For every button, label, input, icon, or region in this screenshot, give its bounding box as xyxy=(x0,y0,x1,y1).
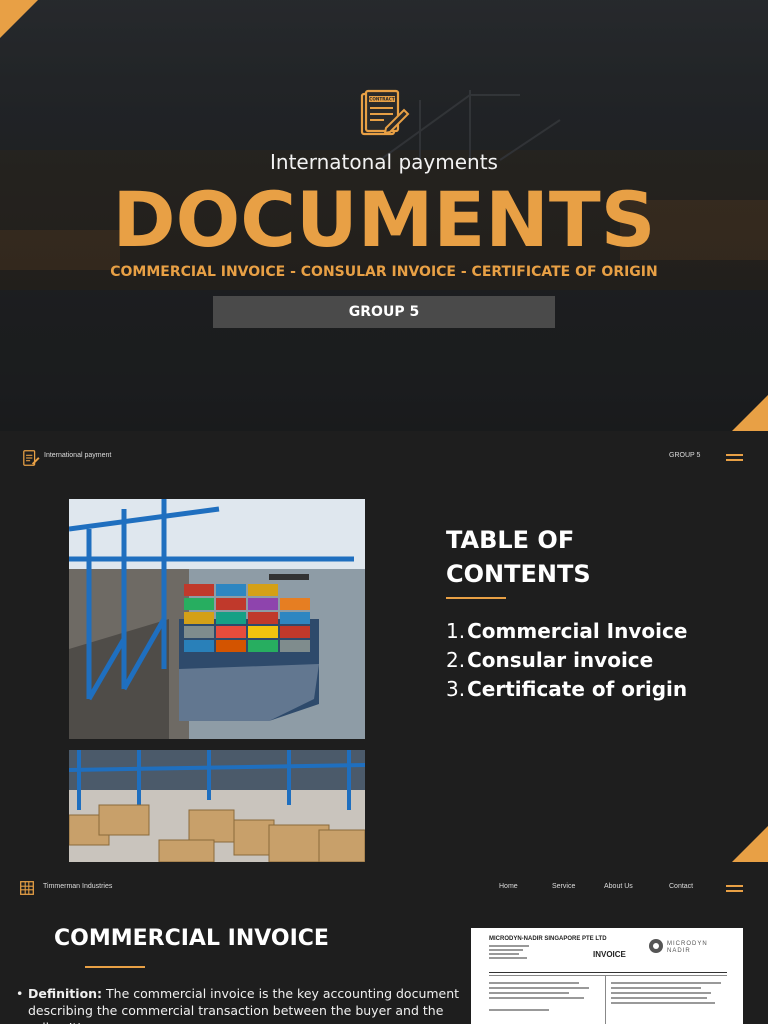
invoice-bill-to-block xyxy=(489,980,599,1024)
invoice-rule xyxy=(489,975,727,976)
nav-contact[interactable]: Contact xyxy=(669,883,693,890)
header-brand-text[interactable]: Timmerman Industries xyxy=(43,883,112,890)
contract-icon-label: CONTRACT xyxy=(369,97,395,102)
header-group-text: GROUP 5 xyxy=(669,452,701,459)
globe-logo-icon xyxy=(20,881,34,895)
invoice-divider xyxy=(605,976,606,1024)
toc-divider xyxy=(446,597,506,599)
commercial-invoice-slide: Timmerman Industries Home Service About … xyxy=(0,862,768,1024)
documents-list-line: COMMERCIAL INVOICE - CONSULAR INVOICE - … xyxy=(110,264,658,280)
section-title: COMMERCIAL INVOICE xyxy=(54,926,329,951)
corner-accent-bottom-right xyxy=(732,395,768,431)
section-divider xyxy=(85,966,145,968)
hamburger-menu-icon[interactable] xyxy=(726,885,743,893)
container-ship-photo xyxy=(69,499,365,739)
nav-service[interactable]: Service xyxy=(552,883,575,890)
contract-logo-icon xyxy=(23,450,40,466)
header-brand-text[interactable]: International payment xyxy=(44,452,111,459)
invoice-address-block xyxy=(489,944,529,959)
contract-document-icon: CONTRACT xyxy=(360,89,410,136)
toc-item-number: 3. xyxy=(446,677,466,701)
warehouse-photo xyxy=(69,750,365,862)
toc-heading-line1: TABLE OF xyxy=(446,526,575,554)
invoice-document-image: MICRODYN-NADIR SINGAPORE PTE LTD INVOICE… xyxy=(471,928,743,1024)
presentation-subtitle: Internatonal payments xyxy=(270,150,498,174)
invoice-rule xyxy=(489,972,727,973)
toc-item-certificate-of-origin[interactable]: 3. Certificate of origin xyxy=(446,675,687,704)
corner-accent-bottom-right xyxy=(732,826,768,862)
toc-item-label: Commercial Invoice xyxy=(467,619,688,643)
toc-list: 1. Commercial Invoice 2. Consular invoice … xyxy=(446,617,687,704)
invoice-brand-line2: NADIR xyxy=(667,948,691,954)
microdyn-logo-icon xyxy=(649,939,663,953)
toc-item-commercial-invoice[interactable]: 1. Commercial Invoice xyxy=(446,617,687,646)
corner-accent-top-left xyxy=(0,0,38,38)
invoice-details-block xyxy=(611,980,731,1024)
invoice-brand-line1: MICRODYN xyxy=(667,941,708,947)
toc-heading: TABLE OF CONTENTS xyxy=(446,523,591,591)
toc-heading-line2: CONTENTS xyxy=(446,560,591,588)
definition-paragraph: • Definition: The commercial invoice is … xyxy=(16,985,462,1024)
invoice-heading: INVOICE xyxy=(593,950,626,959)
bullet-icon: • xyxy=(16,986,24,1001)
group-label-box: GROUP 5 xyxy=(213,296,555,328)
toc-item-number: 1. xyxy=(446,619,466,643)
invoice-brand-mark: MICRODYN NADIR xyxy=(667,941,708,955)
definition-label: Definition: xyxy=(28,986,103,1001)
hamburger-menu-icon[interactable] xyxy=(726,454,743,462)
nav-home[interactable]: Home xyxy=(499,883,518,890)
table-of-contents-slide: International payment GROUP 5 TABLE OF C… xyxy=(0,431,768,862)
toc-item-number: 2. xyxy=(446,648,466,672)
title-slide: CONTRACT Internatonal payments DOCUMENTS… xyxy=(0,0,768,431)
toc-item-label: Certificate of origin xyxy=(467,677,688,701)
invoice-company-name: MICRODYN-NADIR SINGAPORE PTE LTD xyxy=(489,936,607,942)
presentation-title: DOCUMENTS xyxy=(112,175,656,264)
toc-item-label: Consular invoice xyxy=(467,648,654,672)
nav-about-us[interactable]: About Us xyxy=(604,883,633,890)
toc-item-consular-invoice[interactable]: 2. Consular invoice xyxy=(446,646,687,675)
